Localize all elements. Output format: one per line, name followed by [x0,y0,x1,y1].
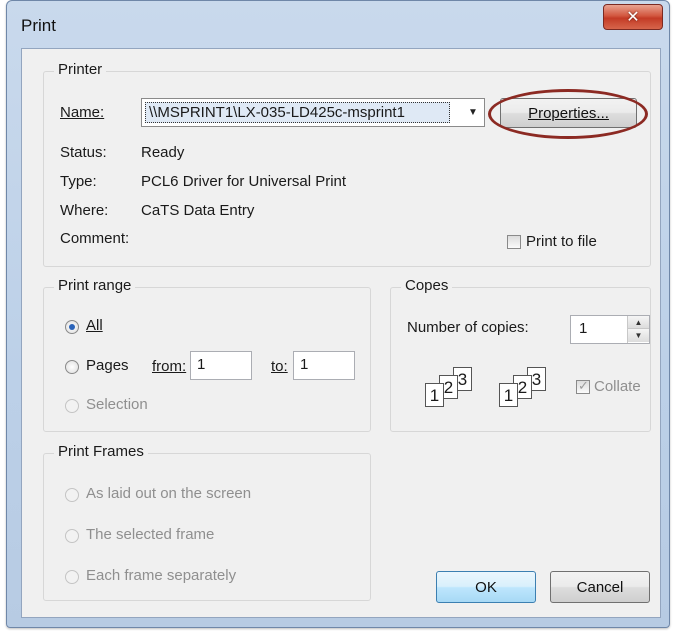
from-input-value: 1 [197,356,206,373]
to-label: to: [271,358,288,375]
printer-name-select[interactable]: \\MSPRINT1\LX-035-LD425c-msprint1 ▼ [141,98,485,127]
printer-name-label: Name: [60,104,105,121]
printer-group-legend: Printer [54,61,107,78]
chevron-down-icon[interactable]: ▼ [628,329,649,342]
copies-value: 1 [579,320,588,337]
frames-option-radio[interactable] [65,529,79,543]
pages-label[interactable]: Pages [86,357,129,374]
copies-stepper[interactable]: 1 ▲ ▼ [570,315,650,344]
all-radio[interactable] [65,320,79,334]
ok-button[interactable]: OK [436,571,536,603]
page-icon: 1 [425,383,444,407]
comment-label: Comment: [60,230,130,247]
frames-option-label[interactable]: The selected frame [86,526,214,543]
pages-radio[interactable] [65,360,79,374]
copies-spin-buttons[interactable]: ▲ ▼ [627,316,649,343]
selection-radio[interactable] [65,399,79,413]
page-icon: 1 [499,383,518,407]
highlight-ring-annotation [488,89,648,139]
cancel-button[interactable]: Cancel [550,571,650,603]
status-label: Status: [60,144,107,161]
print-dialog: Print ✕ Printer Name: \\MSPRINT1\LX-035-… [6,0,670,628]
copies-legend: Copes [401,277,453,294]
type-value: PCL6 Driver for Universal Print [141,173,347,190]
dialog-client: Printer Name: \\MSPRINT1\LX-035-LD425c-m… [21,48,661,618]
number-of-copies-label: Number of copies: [407,319,529,336]
close-button[interactable]: ✕ [603,4,663,30]
from-input[interactable]: 1 [190,351,252,380]
frames-option-radio[interactable] [65,570,79,584]
where-value: CaTS Data Entry [141,202,255,219]
print-to-file-checkbox[interactable] [507,235,521,249]
dialog-title: Print [21,16,56,35]
type-label: Type: [60,173,97,190]
ok-button-label: OK [475,578,497,596]
print-to-file-label[interactable]: Print to file [526,233,597,250]
frames-option-label[interactable]: As laid out on the screen [86,485,251,502]
to-input-value: 1 [300,356,309,373]
collate-label[interactable]: Collate [594,378,641,395]
to-input[interactable]: 1 [293,351,355,380]
copies-group: Copes [390,277,651,432]
printer-name-value: \\MSPRINT1\LX-035-LD425c-msprint1 [145,102,450,123]
collate-checkbox[interactable] [576,378,590,394]
print-frames-legend: Print Frames [54,443,148,460]
where-label: Where: [60,202,109,219]
print-range-legend: Print range [54,277,136,294]
from-label: from: [152,358,187,375]
frames-option-label[interactable]: Each frame separately [86,567,236,584]
chevron-down-icon[interactable]: ▼ [462,99,484,126]
frames-option-radio[interactable] [65,488,79,502]
close-icon: ✕ [626,9,640,26]
cancel-button-label: Cancel [576,578,624,596]
selection-label[interactable]: Selection [86,396,148,413]
all-label[interactable]: All [86,317,103,334]
chevron-up-icon[interactable]: ▲ [628,316,649,329]
status-value: Ready [141,144,185,161]
